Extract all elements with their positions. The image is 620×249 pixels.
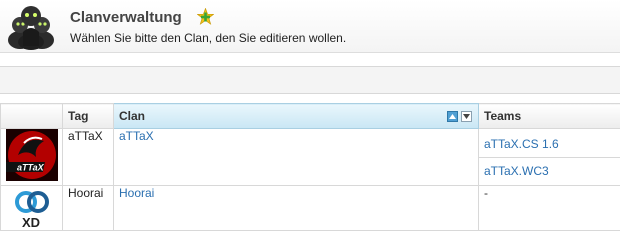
column-header-clan[interactable]: Clan (113, 103, 479, 129)
attax-logo: aTTaX (6, 129, 58, 181)
toolbar (0, 66, 620, 94)
clan-link[interactable]: aTTaX (119, 129, 154, 143)
table-row: XD Hoorai Hoorai - (0, 185, 620, 231)
logo-cell: aTTaX (0, 128, 63, 186)
table-header-row: Tag Clan Teams (0, 103, 620, 129)
clan-link[interactable]: Hoorai (119, 186, 154, 200)
xd-logo: XD (6, 186, 58, 230)
column-header-tag[interactable]: Tag (62, 103, 114, 129)
teams-cell: aTTaX.CS 1.6 aTTaX.WC3 (478, 128, 620, 186)
team-item: aTTaX.CS 1.6 (479, 132, 620, 157)
page-title: Clanverwaltung (70, 9, 182, 26)
sort-descending-icon[interactable] (461, 111, 472, 122)
team-item: aTTaX.WC3 (479, 157, 620, 185)
clan-cell: aTTaX (113, 128, 479, 186)
tag-cell: aTTaX (62, 128, 114, 186)
table-row: aTTaX aTTaX aTTaX aTTaX.CS 1.6 aTTaX.WC3 (0, 128, 620, 186)
team-link[interactable]: aTTaX.CS 1.6 (484, 137, 559, 151)
team-link[interactable]: aTTaX.WC3 (484, 164, 549, 178)
sort-ascending-icon[interactable] (447, 111, 458, 122)
column-header-logo (0, 103, 63, 129)
logo-cell: XD (0, 185, 63, 231)
clan-table: Tag Clan Teams aTTaX aTTaX aTTaX aTTaX.C… (0, 103, 620, 231)
sort-controls (444, 111, 472, 122)
column-header-clan-label: Clan (119, 109, 146, 123)
add-plus-icon[interactable] (197, 8, 214, 25)
attax-logo-text: aTTaX (17, 163, 45, 173)
column-header-teams[interactable]: Teams (478, 103, 620, 129)
page-subtitle: Wählen Sie bitte den Clan, den Sie editi… (70, 31, 347, 45)
xd-logo-text: XD (22, 215, 40, 230)
clan-group-icon (8, 6, 54, 50)
page-header: Clanverwaltung Wählen Sie bitte den Clan… (0, 0, 620, 53)
tag-cell: Hoorai (62, 185, 114, 231)
teams-cell-empty: - (478, 185, 620, 231)
clan-cell: Hoorai (113, 185, 479, 231)
